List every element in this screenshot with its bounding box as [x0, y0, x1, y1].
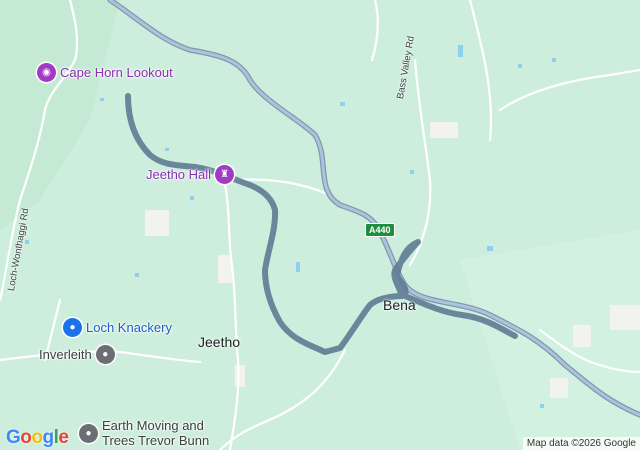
google-logo: Google: [6, 427, 69, 448]
poi-label: Jeetho Hall: [146, 167, 212, 182]
poi-label: Inverleith: [39, 347, 92, 362]
poi-loch-knackery[interactable]: ● Loch Knackery: [63, 318, 172, 337]
camera-icon: ◉: [37, 63, 56, 82]
museum-icon: ♜: [215, 165, 235, 184]
town-label-bena: Bena: [383, 297, 416, 313]
poi-label: Cape Horn Lookout: [60, 65, 173, 80]
poi-cape-horn-lookout[interactable]: ◉ Cape Horn Lookout: [37, 63, 173, 82]
poi-label: Earth Moving and Trees Trevor Bunn: [102, 418, 209, 448]
clearing: [573, 325, 591, 347]
poi-label-line2: Trees Trevor Bunn: [102, 433, 210, 448]
poi-earth-moving[interactable]: ● Earth Moving and Trees Trevor Bunn: [79, 418, 209, 448]
clearing: [218, 255, 232, 283]
place-icon: ●: [95, 345, 115, 364]
clearing: [235, 365, 245, 387]
poi-jeetho-hall[interactable]: ♜ Jeetho Hall: [146, 165, 235, 184]
clearing: [550, 378, 568, 398]
clearing: [430, 122, 458, 138]
clearing: [610, 305, 640, 330]
town-label-jeetho: Jeetho: [198, 334, 241, 350]
poi-label: Loch Knackery: [86, 320, 172, 335]
terrain-patch: [0, 0, 120, 230]
lock-icon: ●: [63, 318, 82, 337]
terrain-patch: [460, 230, 640, 450]
map-canvas[interactable]: ◉ Cape Horn Lookout ♜ Jeetho Hall ● Loch…: [0, 0, 640, 450]
poi-label-line1: Earth Moving and: [102, 418, 204, 433]
poi-inverleith[interactable]: ● Inverleith: [39, 345, 115, 364]
clearing: [145, 210, 169, 236]
place-icon: ●: [79, 423, 98, 443]
highway-shield-a440: A440: [365, 223, 395, 237]
map-attribution[interactable]: Map data ©2026 Google: [522, 437, 640, 450]
